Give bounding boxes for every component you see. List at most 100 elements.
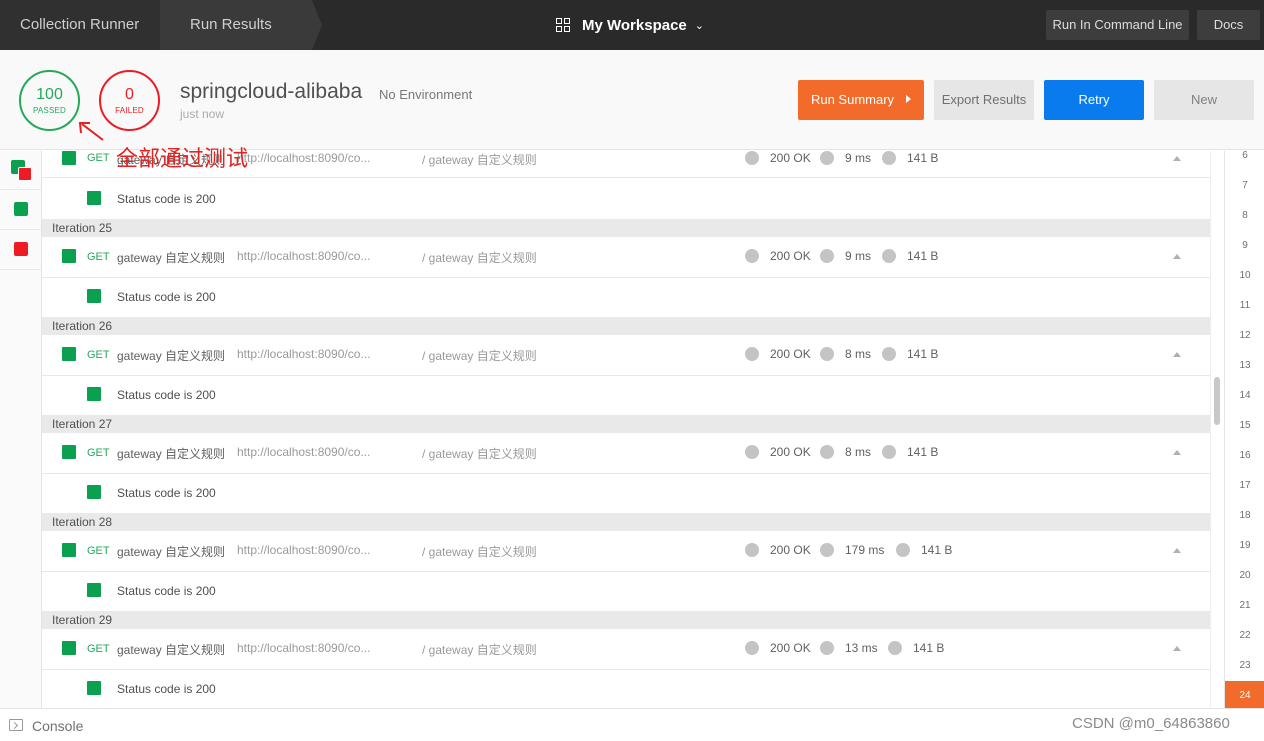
request-path: / gateway 自定义规则	[422, 447, 537, 461]
request-url: http://localhost:8090/co...	[237, 543, 371, 557]
passed-label: PASSED	[32, 106, 67, 115]
request-method: GET	[87, 545, 110, 557]
request-name: gateway 自定义规则	[117, 643, 226, 657]
size-dot-icon	[888, 641, 902, 655]
results-scrollbar[interactable]	[1210, 151, 1222, 708]
iteration-header: Iteration 26	[42, 317, 1210, 335]
status-dot-icon	[745, 249, 759, 263]
workspace-switcher[interactable]: My Workspace ⌄	[556, 0, 704, 50]
iteration-number-23[interactable]: 23	[1225, 651, 1264, 681]
time-dot-icon	[820, 347, 834, 361]
workspace-grid-icon	[556, 18, 570, 32]
collapse-caret-icon[interactable]	[1173, 646, 1181, 651]
iteration-number-13[interactable]: 13	[1225, 351, 1264, 381]
request-row[interactable]: GET gateway 自定义规则 http://localhost:8090/…	[42, 629, 1210, 670]
size-dot-icon	[882, 445, 896, 459]
request-method: GET	[87, 152, 110, 164]
breadcrumb-run-results[interactable]: Run Results	[160, 0, 312, 50]
docs-button[interactable]: Docs	[1197, 10, 1260, 40]
response-size: 141 B	[907, 249, 939, 263]
iteration-header: Iteration 25	[42, 219, 1210, 237]
status-dot-icon	[745, 543, 759, 557]
collapse-caret-icon[interactable]	[1173, 352, 1181, 357]
pass-square-icon	[87, 583, 101, 597]
pass-square-icon	[62, 347, 76, 361]
iteration-number-14[interactable]: 14	[1225, 381, 1264, 411]
size-dot-icon	[896, 543, 910, 557]
rail-item-fail[interactable]	[0, 231, 41, 270]
test-row: Status code is 200	[42, 570, 1210, 611]
iteration-number-10[interactable]: 10	[1225, 261, 1264, 291]
response-time: 9 ms	[845, 249, 872, 263]
request-method: GET	[87, 251, 110, 263]
fail-square-icon	[18, 167, 32, 181]
pass-square-icon	[62, 151, 76, 165]
iteration-number-15[interactable]: 15	[1225, 411, 1264, 441]
test-row: Status code is 200	[42, 374, 1210, 415]
workspace-name: My Workspace	[582, 16, 687, 34]
iteration-number-7[interactable]: 7	[1225, 171, 1264, 201]
time-dot-icon	[820, 445, 834, 459]
console-button[interactable]: Console	[32, 718, 83, 734]
response-status: 200 OK	[770, 249, 811, 263]
iteration-number-20[interactable]: 20	[1225, 561, 1264, 591]
breadcrumb-collection-runner[interactable]: Collection Runner	[0, 0, 160, 50]
pass-square-icon	[87, 289, 101, 303]
pass-square-icon	[87, 191, 101, 205]
iteration-number-11[interactable]: 11	[1225, 291, 1264, 321]
run-summary-button[interactable]: Run Summary	[798, 80, 924, 120]
response-size: 141 B	[907, 445, 939, 459]
request-method: GET	[87, 643, 110, 655]
iteration-number-18[interactable]: 18	[1225, 501, 1264, 531]
iteration-number-9[interactable]: 9	[1225, 231, 1264, 261]
request-name: gateway 自定义规则	[117, 349, 226, 363]
run-in-command-line-button[interactable]: Run In Command Line	[1046, 10, 1189, 40]
collapse-caret-icon[interactable]	[1173, 548, 1181, 553]
request-row[interactable]: GET gateway 自定义规则 http://localhost:8090/…	[42, 335, 1210, 376]
collapse-caret-icon[interactable]	[1173, 254, 1181, 259]
request-status-rail	[0, 151, 42, 708]
pass-square-icon	[87, 485, 101, 499]
test-name: Status code is 200	[117, 584, 216, 598]
iteration-number-6[interactable]: 6	[1225, 151, 1264, 171]
request-method: GET	[87, 349, 110, 361]
iteration-number-8[interactable]: 8	[1225, 201, 1264, 231]
request-row[interactable]: GET gateway 自定义规则 http://localhost:8090/…	[42, 433, 1210, 474]
request-url: http://localhost:8090/co...	[237, 151, 371, 165]
scrollbar-thumb[interactable]	[1214, 377, 1220, 425]
request-row[interactable]: GET gateway 自定义规则 http://localhost:8090/…	[42, 237, 1210, 278]
iteration-number-24[interactable]: 24	[1225, 681, 1264, 708]
iteration-number-17[interactable]: 17	[1225, 471, 1264, 501]
export-results-button[interactable]: Export Results	[934, 80, 1034, 120]
pass-square-icon	[62, 641, 76, 655]
size-dot-icon	[882, 151, 896, 165]
request-row[interactable]: GET gateway 自定义规则 http://localhost:8090/…	[42, 531, 1210, 572]
rail-item-mixed[interactable]	[0, 151, 41, 190]
time-dot-icon	[820, 641, 834, 655]
response-size: 141 B	[913, 641, 945, 655]
iteration-number-12[interactable]: 12	[1225, 321, 1264, 351]
results-list: GET gateway 自定义规则 http://localhost:8090/…	[42, 151, 1210, 708]
iteration-number-21[interactable]: 21	[1225, 591, 1264, 621]
response-time: 8 ms	[845, 445, 872, 459]
failed-count: 0	[125, 86, 134, 103]
rail-item-pass[interactable]	[0, 191, 41, 230]
response-status: 200 OK	[770, 641, 811, 655]
time-dot-icon	[820, 151, 834, 165]
status-dot-icon	[745, 347, 759, 361]
new-button[interactable]: New	[1154, 80, 1254, 120]
iteration-number-19[interactable]: 19	[1225, 531, 1264, 561]
retry-button[interactable]: Retry	[1044, 80, 1144, 120]
test-row: Status code is 200	[42, 668, 1210, 708]
annotation-text: 全部通过测试	[116, 147, 249, 172]
test-name: Status code is 200	[117, 290, 216, 304]
iteration-number-16[interactable]: 16	[1225, 441, 1264, 471]
iteration-index-list: 6 7 8 9 10 11 12 13 14 15 16 17 18 19 20 21 22 23 24	[1224, 151, 1264, 708]
collapse-caret-icon[interactable]	[1173, 156, 1181, 161]
request-name: gateway 自定义规则	[117, 545, 226, 559]
collapse-caret-icon[interactable]	[1173, 450, 1181, 455]
console-icon[interactable]	[9, 719, 23, 731]
iteration-header: Iteration 28	[42, 513, 1210, 531]
response-status: 200 OK	[770, 151, 811, 165]
iteration-number-22[interactable]: 22	[1225, 621, 1264, 651]
